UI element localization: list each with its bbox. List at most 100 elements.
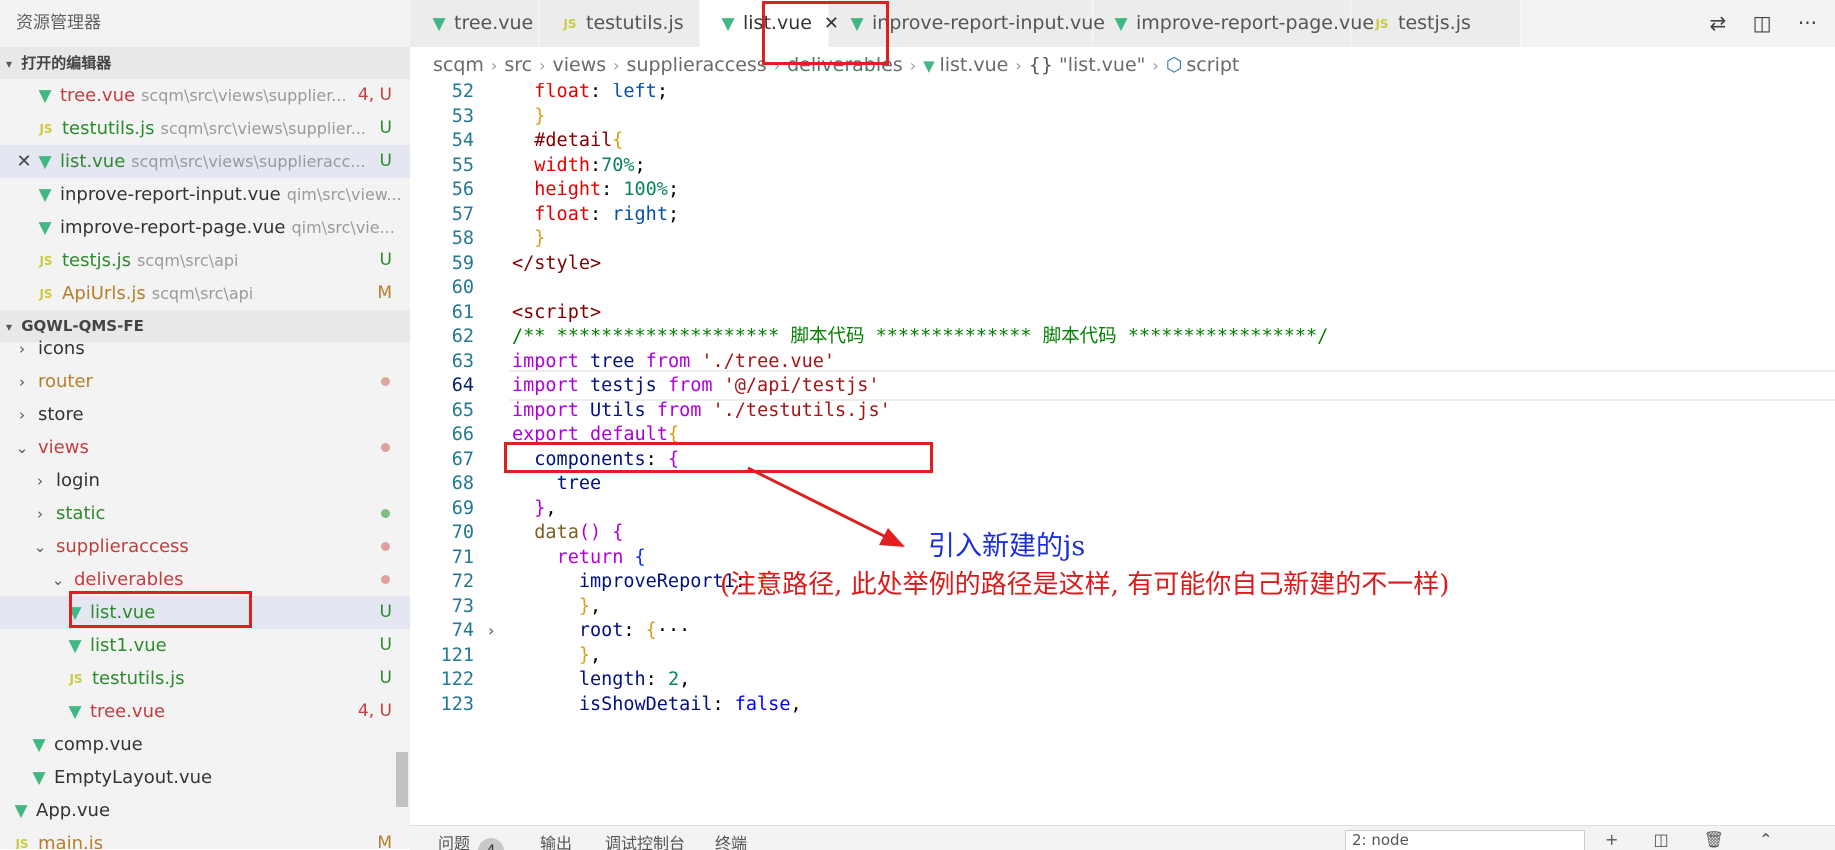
code-token: length: [578, 669, 646, 690]
tab-testutils-js[interactable]: JS testutils.js: [538, 0, 700, 47]
panel-tab-problems[interactable]: 问题4: [438, 830, 505, 850]
panel-tab-terminal[interactable]: 终端: [715, 830, 747, 850]
code-token: ,: [790, 693, 802, 715]
close-icon[interactable]: ✕: [14, 145, 34, 178]
tree-item-status: 4, U: [357, 701, 392, 721]
split-editor-icon[interactable]: ◫: [1753, 11, 1772, 35]
code-token: }: [512, 105, 546, 127]
code-token: left: [612, 83, 657, 102]
code-token: import: [512, 399, 579, 421]
open-editor-item[interactable]: ▼ inprove-report-input.vue qim\src\view...: [0, 178, 410, 211]
more-actions-icon[interactable]: ···: [1798, 11, 1817, 35]
breadcrumb-segment[interactable]: views: [552, 54, 606, 76]
open-editor-item[interactable]: ✕ ▼ list.vue scqm\src\views\supplieracc... U: [0, 145, 410, 178]
sidebar-scrollbar[interactable]: [396, 752, 408, 807]
chevron-right-icon: ›: [37, 505, 43, 523]
tree-item-label: list1.vue: [90, 635, 167, 656]
tree-item[interactable]: › static: [0, 497, 410, 530]
open-editor-path: scqm\src\api: [137, 251, 239, 270]
tree-item[interactable]: › login: [0, 464, 410, 497]
tree-item[interactable]: ⌄ supplieraccess: [0, 530, 410, 563]
tree-item[interactable]: ▼ EmptyLayout.vue: [0, 761, 410, 794]
tree-item-status: M: [377, 833, 392, 849]
tree-item[interactable]: ▼ comp.vue: [0, 728, 410, 761]
terminal-select[interactable]: 2: node: [1345, 830, 1585, 850]
open-editor-status: U: [379, 250, 392, 270]
open-editor-status: U: [379, 118, 392, 138]
add-terminal-icon[interactable]: +: [1605, 830, 1618, 849]
open-editor-name: ApiUrls.js: [62, 283, 146, 304]
code-token: {: [612, 130, 624, 151]
vue-file-icon: ▼: [721, 14, 735, 34]
breadcrumb-object[interactable]: "list.vue": [1059, 54, 1145, 76]
js-file-icon: JS: [1375, 17, 1389, 31]
code-token: :: [623, 620, 646, 641]
open-editors-header[interactable]: ▾ 打开的编辑器: [0, 47, 410, 79]
code-token: :: [589, 83, 613, 102]
tree-item[interactable]: › icons: [0, 332, 410, 365]
code-token: ···: [656, 620, 691, 641]
compare-changes-icon[interactable]: ⇄: [1710, 11, 1727, 35]
code-token: {: [645, 620, 657, 641]
open-editor-name: testjs.js: [62, 250, 132, 271]
tree-item[interactable]: ▼ App.vue: [0, 794, 410, 827]
tree-item[interactable]: ⌄ views: [0, 431, 410, 464]
tree-item[interactable]: JS main.js M: [0, 827, 410, 849]
code-token: data: [534, 522, 579, 543]
tree-item-label: tree.vue: [90, 701, 166, 722]
open-editors-label: 打开的编辑器: [21, 54, 112, 72]
open-editor-item[interactable]: JS testutils.js scqm\src\views\supplier...…: [0, 112, 410, 145]
tab-tree-vue[interactable]: ▼ tree.vue: [410, 0, 539, 47]
code-token: from: [667, 375, 713, 396]
open-editor-item[interactable]: ▼ improve-report-page.vue qim\src\vie...: [0, 211, 410, 244]
code-token: tree: [589, 350, 635, 372]
open-editor-item[interactable]: JS testjs.js scqm\src\api U: [0, 244, 410, 277]
breadcrumb-segment[interactable]: src: [504, 54, 532, 76]
code-line[interactable]: 123 isShowDetail: false,: [410, 690, 1835, 719]
tree-item[interactable]: › store: [0, 398, 410, 431]
tree-item[interactable]: ▼ list1.vue U: [0, 629, 410, 662]
chevron-right-icon: ›: [490, 56, 498, 75]
code-token: float: [534, 203, 590, 225]
tab-improve-report-page-vue[interactable]: ▼ improve-report-page.vue: [1092, 0, 1374, 47]
open-editor-item[interactable]: JS ApiUrls.js scqm\src\api M: [0, 277, 410, 310]
code-token: :: [645, 669, 668, 690]
code-token: }: [512, 228, 546, 249]
tree-item[interactable]: › router: [0, 365, 410, 398]
breadcrumb-file[interactable]: list.vue: [939, 54, 1008, 76]
tree-item-label: EmptyLayout.vue: [54, 767, 213, 788]
chevron-right-icon: ›: [909, 56, 917, 75]
tab-label: improve-report-page.vue: [1136, 12, 1375, 34]
code-token: '@/api/testjs': [723, 375, 880, 396]
chevron-up-icon[interactable]: ⌃: [1759, 830, 1772, 849]
tree-item-label: static: [56, 503, 106, 524]
tab-label: tree.vue: [454, 12, 534, 34]
code-token: float: [534, 83, 590, 102]
annotation-note-import: 引入新建的js: [928, 531, 1086, 562]
vue-file-icon: ▼: [32, 768, 46, 788]
open-editor-name: improve-report-page.vue: [60, 217, 286, 238]
panel-tab-debug-console[interactable]: 调试控制台: [605, 830, 685, 850]
breadcrumb-symbol[interactable]: script: [1186, 54, 1239, 76]
code-token: 2: [667, 669, 680, 690]
open-editor-path: qim\src\vie...: [291, 218, 395, 237]
code-token: :: [601, 179, 624, 200]
code-token: return: [556, 546, 624, 568]
open-editor-path: scqm\src\views\supplier...: [141, 86, 347, 105]
tab-testjs-js[interactable]: JS testjs.js: [1350, 0, 1521, 47]
panel-tab-output[interactable]: 输出: [540, 830, 572, 850]
js-file-icon: JS: [69, 672, 83, 686]
code-token: }: [578, 595, 590, 617]
breadcrumb-segment[interactable]: supplieraccess: [627, 54, 767, 76]
breadcrumb-segment[interactable]: scqm: [433, 54, 484, 76]
tree-item[interactable]: ▼ tree.vue 4, U: [0, 695, 410, 728]
trash-icon[interactable]: 🗑: [1704, 830, 1724, 849]
open-editor-item[interactable]: ▼ tree.vue scqm\src\views\supplier... 4, U: [0, 79, 410, 112]
tree-item[interactable]: JS testutils.js U: [0, 662, 410, 695]
open-editor-name: testutils.js: [62, 118, 155, 139]
split-terminal-icon[interactable]: ◫: [1654, 830, 1669, 849]
